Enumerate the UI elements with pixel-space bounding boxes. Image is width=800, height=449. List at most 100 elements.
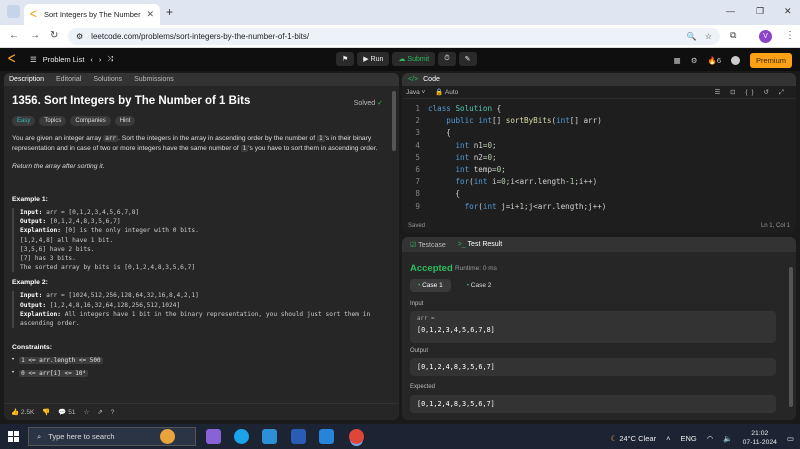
reload-icon[interactable]: ↻ [50,30,58,41]
premium-button[interactable]: Premium [749,53,792,68]
url-bar[interactable]: ⚙ leetcode.com/problems/sort-integers-by… [68,28,720,45]
topics-tag[interactable]: Topics [39,116,67,126]
url-text: leetcode.com/problems/sort-integers-by-t… [91,32,310,41]
expected-label: Expected [410,384,436,390]
scrollbar[interactable] [392,91,396,151]
bookmark-star-icon[interactable]: ☆ [705,32,712,41]
scrollbar[interactable] [789,267,793,407]
constraints-title: Constraints: [12,344,53,352]
leetcode-logo-icon[interactable]: ᐸ [8,54,18,65]
volume-icon[interactable]: 🔈 [723,434,732,443]
close-window-icon[interactable]: ✕ [784,6,792,17]
notification-icon[interactable]: ▭ [787,434,794,443]
new-tab-icon[interactable]: + [166,5,173,19]
show-hidden-icons[interactable]: ˄ [666,434,670,443]
code-line: 9 for(int j=i+1;j<arr.length;j++) [415,201,607,211]
input-label: Input [410,301,424,307]
next-problem-icon[interactable]: › [99,55,102,64]
dislike-icon[interactable]: 👎 [42,408,50,416]
browser-tab[interactable]: ᐸ Sort Integers by The Number of ✕ [24,4,160,25]
prev-problem-icon[interactable]: ‹ [90,55,93,64]
cursor-position: Ln 1, Col 1 [760,223,790,229]
copilot-icon[interactable] [206,429,221,444]
comment-icon: 💬 [58,409,67,416]
output-label: Output [410,348,429,354]
streak-counter[interactable]: 🔥6 [707,56,721,65]
list-icon: ☰ [30,54,37,64]
solved-badge: Solved ✓ [353,100,383,107]
windows-taskbar: ⌕ Type here to search ☾ 24°C Clear ˄ ENG… [0,424,800,449]
submit-button[interactable]: ☁ Submit [392,52,436,66]
code-header: </> Code [402,73,796,86]
case-2-tab[interactable]: • Case 2 [459,279,500,292]
tab-search-button[interactable] [7,5,20,18]
companies-tag[interactable]: Companies [70,116,111,126]
output-box: [0,1,2,4,8,3,5,6,7] [410,358,776,376]
browser-tab-bar: ᐸ Sort Integers by The Number of ✕ + — ❐… [0,0,800,25]
editor-status-bar: Saved Ln 1, Col 1 [402,219,796,233]
profile-avatar[interactable]: V [759,30,772,43]
share-icon[interactable]: ⇗ [97,408,102,416]
description-panel: Description Editorial Solutions Submissi… [4,73,399,420]
site-info-icon[interactable]: ⚙ [76,32,83,41]
code-title: Code [423,76,440,83]
code-line: 7 for(int i=0;i<arr.length-1;i++) [415,177,598,187]
language-select[interactable]: Java ˅ [406,89,425,96]
help-icon[interactable]: ? [111,409,115,416]
timer-icon[interactable]: ⏱ [438,52,456,66]
user-avatar[interactable] [730,56,740,65]
clock[interactable]: 21:02 07-11-2024 [743,429,777,447]
run-button[interactable]: ▶ Run [357,52,390,66]
comments-button[interactable]: 💬 51 [58,408,75,416]
case-1-tab[interactable]: • Case 1 [410,279,451,292]
tab-solutions[interactable]: Solutions [93,76,122,83]
zoom-icon[interactable]: 🔍 [687,32,697,41]
settings-gear-icon[interactable]: ⚙ [691,56,698,65]
word-icon[interactable] [291,429,306,444]
problem-list-nav[interactable]: ☰ Problem List ‹ › ⤨ [30,54,113,64]
debug-button[interactable]: ⚑ [336,52,355,66]
difficulty-tag: Easy [12,116,36,126]
photos-icon[interactable] [262,429,277,444]
minimize-icon[interactable]: — [726,6,735,16]
chrome-menu-icon[interactable]: ⋮ [785,30,795,41]
tab-description[interactable]: Description [9,76,44,83]
wifi-icon[interactable]: ◠ [707,434,714,443]
hint-tag[interactable]: Hint [114,116,136,126]
search-icon: ⌕ [37,431,42,441]
maximize-icon[interactable]: ❐ [756,6,764,17]
checkbox-icon: ☑ [410,241,417,249]
example-2-box: Input: arr = [1024,512,256,128,64,32,16,… [12,291,385,329]
code-toolbar: Java ˅ 🔒 Auto ☰ ⊡ {} ↺ ⤢ [402,86,796,99]
code-editor[interactable]: 1 class Solution { 2 public int[] sortByB… [402,103,796,213]
forward-icon[interactable]: → [30,30,40,41]
case-tabs: • Case 1 • Case 2 [410,279,499,292]
layout-grid-icon[interactable]: ▦ [674,56,681,65]
back-icon[interactable]: ← [9,30,19,41]
like-button[interactable]: 👍 2.5K [11,408,34,416]
notes-icon[interactable]: ✎ [458,52,477,66]
tab-submissions[interactable]: Submissions [134,76,174,83]
leetcode-header: ᐸ ☰ Problem List ‹ › ⤨ ⚑ ▶ Run ☁ Submit … [0,48,800,71]
play-icon: ▶ [363,56,371,63]
extensions-icon[interactable]: ⧉ [730,30,736,41]
editor-actions[interactable]: ☰ ⊡ {} ↺ ⤢ [715,88,789,97]
tab-test-result[interactable]: >_ Test Result [458,241,502,248]
code-brackets-icon: </> [408,76,419,83]
constraint-item: • 0 <= arr[i] <= 10⁴ [12,370,89,378]
shuffle-icon[interactable]: ⤨ [107,54,113,64]
windows-start-icon[interactable] [8,431,19,442]
code-line: 1 class Solution { [415,104,502,113]
star-icon[interactable]: ☆ [84,408,90,416]
vscode-icon[interactable] [319,429,334,444]
edge-icon[interactable] [234,429,249,444]
tab-testcase[interactable]: ☑ Testcase [410,241,446,249]
close-tab-icon[interactable]: ✕ [146,9,154,20]
auto-toggle[interactable]: 🔒 Auto [435,88,458,96]
weather-widget[interactable]: ☾ 24°C Clear [611,434,657,443]
chrome-icon[interactable] [349,429,364,444]
language-indicator[interactable]: ENG [680,434,696,443]
tab-editorial[interactable]: Editorial [56,76,81,83]
tag-row: Easy Topics Companies Hint [12,116,385,126]
widgets-icon[interactable] [160,429,175,444]
